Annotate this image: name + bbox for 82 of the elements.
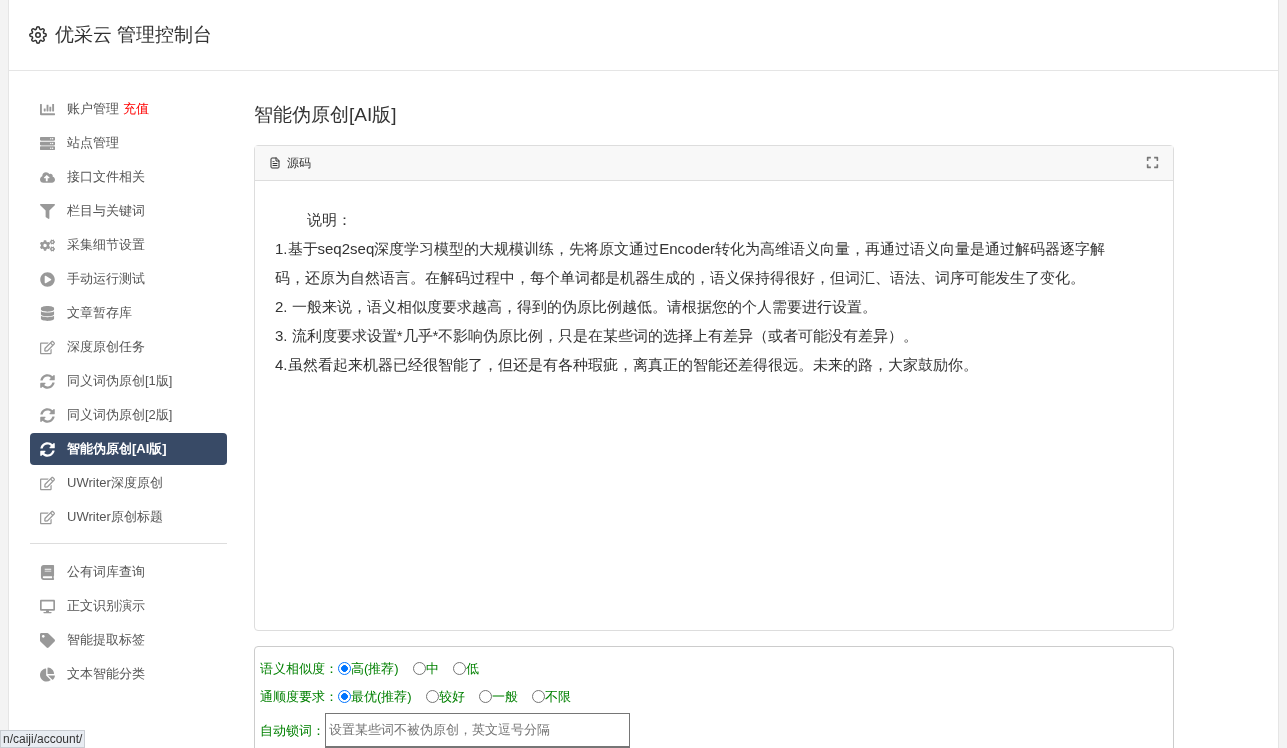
sidebar-label: 文本智能分类 [67, 665, 145, 684]
sidebar-label: 智能伪原创[AI版] [67, 440, 167, 459]
notes-paragraph: 4.虽然看起来机器已经很智能了，但还是有各种瑕疵，离真正的智能还差得很远。未来的路，大家鼓励你。 [275, 354, 979, 375]
database-icon [40, 305, 55, 321]
edit-icon [40, 475, 55, 491]
sidebar-label: 智能提取标签 [67, 631, 145, 650]
filter-icon [40, 203, 55, 219]
sidebar-item[interactable]: 深度原创任务 [30, 331, 227, 363]
refresh-icon [40, 441, 55, 457]
sidebar-label: 同义词伪原创[1版] [67, 372, 173, 391]
radio-button[interactable] [412, 662, 426, 675]
gears-icon [40, 237, 55, 253]
notes-paragraph: 3. 流利度要求设置*几乎*不影响伪原比例，只是在某些词的选择上有差异（或者可能没有差异）。 [275, 325, 920, 346]
radio-option[interactable]: 低 [452, 658, 479, 679]
sidebar-item[interactable]: 账户管理 充值 [30, 93, 227, 125]
status-url: n/caiji/account/ [0, 730, 86, 748]
source-button[interactable]: 源码 [269, 153, 311, 172]
radio-button[interactable] [452, 662, 466, 675]
radio-button[interactable] [425, 690, 439, 703]
book-icon [40, 564, 55, 580]
sidebar-label: 正文识别演示 [67, 597, 145, 616]
radio-option[interactable]: 中 [412, 658, 439, 679]
bar-chart-icon [40, 101, 55, 117]
refresh-icon [40, 373, 55, 389]
sidebar-label: 同义词伪原创[2版] [67, 406, 173, 425]
document-icon [269, 156, 281, 169]
sidebar-item[interactable]: 公有词库查询 [30, 556, 227, 588]
notes-paragraph: 1.基于seq2seq深度学习模型的大规模训练，先将原文通过Encoder转化为高维语义向量，再通过语义向量是通过解码器逐字解码，还原为自然语言。在解码过程中，每个单词都是机器生成的，语义保持得很好，但词汇、语法、词序可能发生了变化。 [275, 238, 1107, 288]
recharge-link[interactable]: 充值 [123, 99, 149, 119]
monitor-icon [40, 598, 55, 614]
sidebar-item[interactable]: 站点管理 [30, 127, 227, 159]
edit-icon [40, 509, 55, 525]
sidebar-item[interactable]: 栏目与关键词 [30, 195, 227, 227]
sidebar-item[interactable]: 接口文件相关 [30, 161, 227, 193]
page-title: 智能伪原创[AI版] [254, 103, 398, 127]
sidebar-item[interactable]: 采集细节设置 [30, 229, 227, 261]
sidebar-item[interactable]: 文章暂存库 [30, 297, 227, 329]
cloud-upload-icon [40, 169, 55, 185]
tag-icon [40, 632, 55, 648]
sidebar-label: 站点管理 [67, 134, 119, 153]
radio-option[interactable]: 较好 [425, 686, 465, 707]
edit-icon [40, 339, 55, 355]
sidebar-item[interactable]: 智能提取标签 [30, 624, 227, 656]
sidebar-item[interactable]: 文本智能分类 [30, 658, 227, 690]
sidebar-item[interactable]: 同义词伪原创[1版] [30, 365, 227, 397]
sidebar-label: 账户管理 [67, 100, 119, 119]
sidebar-label: 手动运行测试 [67, 270, 145, 289]
sidebar-item[interactable]: 智能伪原创[AI版] [30, 433, 227, 465]
radio-option[interactable]: 一般 [478, 686, 518, 707]
radio-button[interactable] [338, 690, 351, 703]
lock-words-field[interactable]: 设置某些词不被伪原创，英文逗号分隔 [325, 712, 630, 747]
pie-chart-icon [40, 666, 55, 682]
sidebar-label: 栏目与关键词 [67, 202, 145, 221]
sidebar-label: 深度原创任务 [67, 338, 145, 357]
radio-option[interactable]: 不限 [531, 686, 571, 707]
fullscreen-icon[interactable] [1146, 156, 1159, 169]
settings-icon [29, 26, 47, 44]
radio-option[interactable]: 高(推荐) [338, 658, 399, 679]
sidebar-label: 文章暂存库 [67, 304, 132, 323]
radio-button[interactable] [478, 690, 492, 703]
sidebar-item[interactable]: UWriter深度原创 [30, 467, 227, 499]
sidebar-item[interactable]: UWriter原创标题 [30, 501, 227, 533]
notes-heading: 说明： [306, 209, 353, 230]
radio-option[interactable]: 最优(推荐) [338, 686, 412, 707]
option-label: 语义相似度： [260, 659, 338, 678]
sidebar-label: 接口文件相关 [67, 168, 145, 187]
sidebar-label: UWriter深度原创 [67, 474, 163, 493]
sidebar-item[interactable]: 手动运行测试 [30, 263, 227, 295]
radio-button[interactable] [531, 690, 545, 703]
sidebar-label: 公有词库查询 [67, 563, 145, 582]
play-icon [40, 271, 55, 287]
radio-button[interactable] [338, 662, 351, 675]
refresh-icon [40, 407, 55, 423]
sidebar-label: UWriter原创标题 [67, 508, 163, 527]
server-icon [40, 135, 55, 151]
notes-paragraph: 2. 一般来说，语义相似度要求越高，得到的伪原比例越低。请根据您的个人需要进行设置。 [275, 296, 878, 317]
console-title: 优采云 管理控制台 [55, 22, 213, 47]
option-label: 通顺度要求： [260, 687, 338, 706]
sidebar-item[interactable]: 正文识别演示 [30, 590, 227, 622]
sidebar-item[interactable]: 同义词伪原创[2版] [30, 399, 227, 431]
option-label: 自动锁词： [260, 721, 325, 740]
sidebar-label: 采集细节设置 [67, 236, 145, 255]
